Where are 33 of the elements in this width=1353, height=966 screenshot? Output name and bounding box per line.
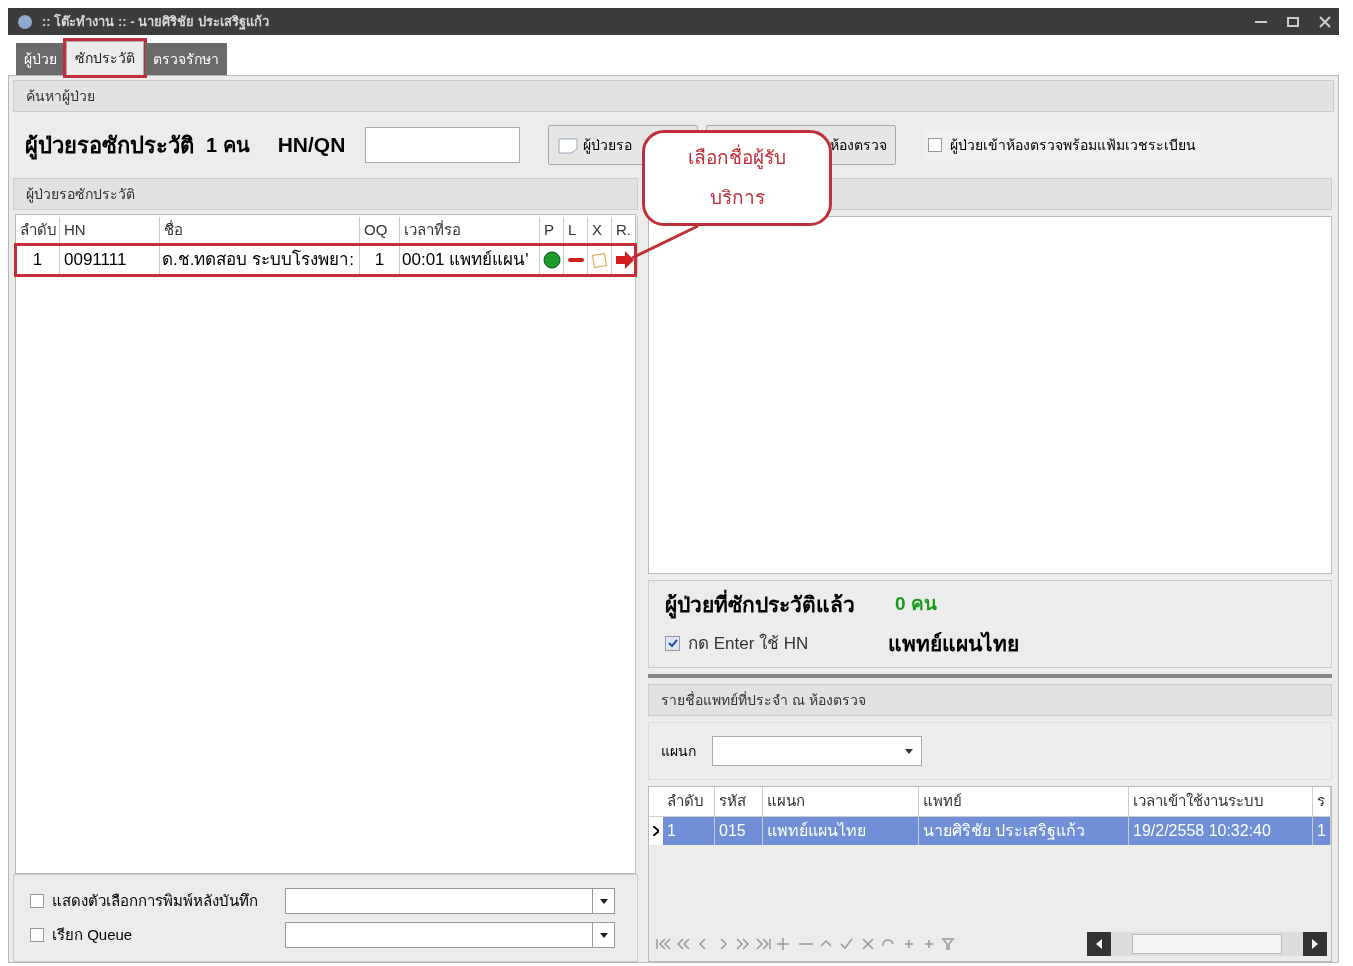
checkbox-label: แสดงตัวเลือกการพิมพ์หลังบันทึก bbox=[52, 890, 259, 911]
waiting-label: ผู้ป่วยรอซักประวัติ bbox=[25, 131, 194, 162]
hn-label: HN/QN bbox=[277, 132, 346, 159]
callout-tooltip: เลือกชื่อผู้รับบริการ bbox=[642, 130, 832, 226]
section-header: ค้นหาผู้ป่วย bbox=[13, 80, 1334, 112]
column-header: แพทย์ bbox=[919, 787, 1129, 816]
column-header: ร bbox=[1313, 787, 1331, 816]
department-name: แพทย์แผนไทย bbox=[888, 630, 1020, 657]
table-cell: 0091111 bbox=[60, 245, 160, 275]
checkbox-label: เรียก Queue bbox=[52, 924, 134, 945]
department-label: แผนก bbox=[661, 741, 696, 761]
table-cell: ด.ช.ทดสอบ ระบบโรงพยา: bbox=[160, 245, 360, 275]
table-cell: แพทย์แผนไทย bbox=[763, 817, 919, 845]
done-label: ผู้ป่วยที่ซักประวัติแล้ว bbox=[665, 588, 855, 620]
section-header: รายชื่อแพทย์ที่ประจำ ณ ห้องตรวจ bbox=[648, 684, 1332, 716]
table-cell: 1 bbox=[1313, 817, 1331, 845]
column-header: แผนก bbox=[763, 787, 919, 816]
table-cell: 1 bbox=[16, 245, 60, 275]
window-title: :: โต๊ะทำงาน :: - นายศิริชัย ประเสริฐแก้ว bbox=[42, 12, 269, 32]
checkbox-label: กด Enter ใช้ HN bbox=[688, 632, 809, 655]
table-cell: 1 bbox=[360, 245, 400, 275]
table-cell: 1 bbox=[663, 817, 715, 845]
column-header: ลำดับ bbox=[663, 787, 715, 816]
waiting-count: 1 คน bbox=[206, 133, 250, 158]
section-header: ผู้ป่วยรอซักประวัติ bbox=[13, 178, 638, 210]
checkbox-label: ผู้ป่วยเข้าห้องตรวจพร้อมแฟ้มเวชระเบียน bbox=[950, 135, 1197, 156]
table-cell: 19/2/2558 10:32:40 bbox=[1129, 817, 1313, 845]
table-cell: 00:01 แพทย์แผน' bbox=[400, 245, 540, 275]
column-header: รหัส bbox=[715, 787, 763, 816]
table-cell: นายศิริชัย ประเสริฐแก้ว bbox=[919, 817, 1129, 845]
table-cell: 015 bbox=[715, 817, 763, 845]
done-count: 0 คน bbox=[895, 592, 937, 616]
column-header: เวลาเข้าใช้งานระบบ bbox=[1129, 787, 1313, 816]
